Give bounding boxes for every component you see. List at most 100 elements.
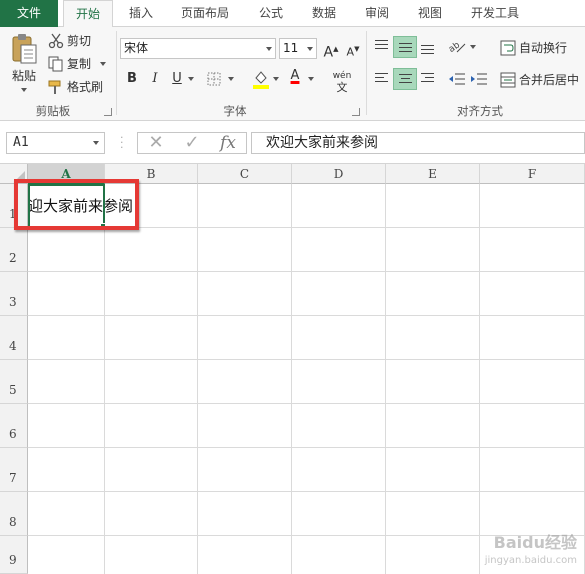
group-divider bbox=[116, 31, 117, 115]
font-size-dropdown-icon bbox=[307, 47, 313, 51]
gridline bbox=[104, 184, 105, 574]
gridline bbox=[28, 403, 585, 404]
name-box[interactable]: A1 bbox=[6, 132, 105, 154]
name-box-value: A1 bbox=[13, 135, 29, 150]
decrease-font-size-button[interactable]: A▼ bbox=[343, 38, 363, 60]
copy-label: 复制 bbox=[67, 57, 92, 71]
italic-button[interactable]: I bbox=[145, 68, 165, 90]
borders-icon bbox=[207, 72, 221, 86]
underline-button[interactable]: U bbox=[167, 68, 187, 90]
font-launcher-icon[interactable] bbox=[352, 108, 360, 116]
row-number: 6 bbox=[9, 427, 17, 441]
gridline bbox=[28, 315, 585, 316]
column-header-e[interactable]: E bbox=[386, 164, 480, 184]
row-header-2[interactable]: 2 bbox=[0, 228, 28, 272]
watermark: Baidu经验 jingyan.baidu.com bbox=[485, 534, 577, 570]
format-painter-icon bbox=[48, 80, 61, 94]
row-header-7[interactable]: 7 bbox=[0, 448, 28, 492]
font-size-select[interactable]: 11 bbox=[279, 38, 317, 59]
svg-text:ab: ab bbox=[448, 40, 462, 55]
font-color-button[interactable]: A bbox=[285, 68, 305, 90]
borders-dropdown-icon[interactable] bbox=[228, 77, 234, 81]
enter-icon[interactable]: ✓ bbox=[174, 133, 210, 153]
column-header-d[interactable]: D bbox=[292, 164, 386, 184]
fill-color-icon bbox=[253, 71, 269, 89]
name-box-dropdown-icon bbox=[93, 141, 99, 145]
copy-dropdown-icon[interactable] bbox=[100, 61, 107, 66]
gridline bbox=[385, 184, 386, 574]
align-bottom-button[interactable] bbox=[416, 36, 440, 58]
clipboard-launcher-icon[interactable] bbox=[104, 108, 112, 116]
tab-view[interactable]: 视图 bbox=[407, 0, 453, 27]
increase-indent-icon bbox=[471, 73, 487, 85]
tab-formulas[interactable]: 公式 bbox=[248, 0, 294, 27]
tab-review[interactable]: 审阅 bbox=[354, 0, 400, 27]
tab-developer[interactable]: 开发工具 bbox=[462, 0, 528, 27]
font-name-select[interactable]: 宋体 bbox=[120, 38, 276, 59]
column-header-c[interactable]: C bbox=[198, 164, 292, 184]
tab-file[interactable]: 文件 bbox=[0, 0, 58, 27]
align-middle-button[interactable] bbox=[393, 36, 417, 58]
paste-button[interactable]: 粘贴 bbox=[6, 33, 42, 99]
row-header-9[interactable]: 9 bbox=[0, 536, 28, 574]
format-painter-label: 格式刷 bbox=[67, 80, 104, 94]
row-number: 2 bbox=[9, 251, 17, 265]
format-painter-button[interactable]: 格式刷 bbox=[48, 78, 103, 95]
align-center-button[interactable] bbox=[393, 68, 417, 90]
orientation-dropdown-icon[interactable] bbox=[470, 45, 476, 49]
ribbon-home: 粘贴 剪切 复制 格式刷 剪贴板 宋体 11 A▲ A▼ B I U A wén… bbox=[0, 27, 585, 121]
clipboard-group-label: 剪贴板 bbox=[35, 104, 71, 118]
increase-indent-button[interactable] bbox=[469, 68, 489, 90]
decrease-indent-button[interactable] bbox=[447, 68, 467, 90]
gridline bbox=[291, 184, 292, 574]
orientation-button[interactable]: ab bbox=[447, 36, 467, 58]
bold-button[interactable]: B bbox=[122, 68, 142, 90]
merge-center-button[interactable]: 合并后居中 bbox=[500, 71, 579, 88]
row-header-6[interactable]: 6 bbox=[0, 404, 28, 448]
ribbon-tab-bar: 文件 开始 插入 页面布局 公式 数据 审阅 视图 开发工具 bbox=[0, 0, 585, 28]
wrap-text-button[interactable]: 自动换行 bbox=[500, 39, 567, 56]
column-header-f[interactable]: F bbox=[480, 164, 585, 184]
copy-icon bbox=[48, 56, 63, 71]
formula-bar: A1 · · · ✕ ✓ fx 欢迎大家前来参阅 bbox=[0, 121, 585, 164]
watermark-line2: jingyan.baidu.com bbox=[484, 555, 577, 566]
paste-icon bbox=[12, 34, 37, 64]
tab-page-layout[interactable]: 页面布局 bbox=[172, 0, 238, 27]
cut-label: 剪切 bbox=[67, 34, 92, 48]
borders-button[interactable] bbox=[204, 68, 224, 90]
formula-input[interactable]: 欢迎大家前来参阅 bbox=[251, 132, 585, 154]
fill-color-dropdown-icon[interactable] bbox=[273, 77, 279, 81]
underline-dropdown-icon[interactable] bbox=[188, 77, 194, 81]
group-divider bbox=[366, 31, 367, 115]
row-number: 3 bbox=[9, 295, 17, 309]
paste-label: 粘贴 bbox=[11, 69, 36, 83]
tab-home[interactable]: 开始 bbox=[63, 0, 113, 28]
font-color-dropdown-icon[interactable] bbox=[308, 77, 314, 81]
cut-button[interactable]: 剪切 bbox=[48, 32, 91, 49]
copy-button[interactable]: 复制 bbox=[48, 55, 107, 72]
wrap-text-icon bbox=[500, 40, 516, 55]
align-left-button[interactable] bbox=[370, 68, 394, 90]
align-right-button[interactable] bbox=[416, 68, 440, 90]
insert-function-button[interactable]: fx bbox=[210, 133, 246, 153]
tab-insert[interactable]: 插入 bbox=[118, 0, 164, 27]
row-header-3[interactable]: 3 bbox=[0, 272, 28, 316]
row-header-5[interactable]: 5 bbox=[0, 360, 28, 404]
font-name-dropdown-icon bbox=[266, 47, 272, 51]
fill-color-button[interactable] bbox=[251, 68, 271, 90]
phonetic-button[interactable]: wén 文 bbox=[327, 68, 357, 94]
formula-bar-grip-icon[interactable]: · · · bbox=[120, 132, 124, 153]
merge-center-label: 合并后居中 bbox=[519, 73, 580, 87]
paste-dropdown-icon[interactable] bbox=[21, 88, 27, 92]
excel-window: 文件 开始 插入 页面布局 公式 数据 审阅 视图 开发工具 粘贴 剪切 复制 … bbox=[0, 0, 585, 574]
alignment-group-label: 对齐方式 bbox=[457, 104, 503, 118]
gridline bbox=[28, 447, 585, 448]
row-header-4[interactable]: 4 bbox=[0, 316, 28, 360]
gridline bbox=[479, 184, 480, 574]
tab-data[interactable]: 数据 bbox=[301, 0, 347, 27]
increase-font-size-button[interactable]: A▲ bbox=[321, 38, 341, 61]
align-top-button[interactable] bbox=[370, 36, 394, 58]
row-header-8[interactable]: 8 bbox=[0, 492, 28, 536]
cancel-icon[interactable]: ✕ bbox=[138, 133, 174, 153]
row-number: 9 bbox=[9, 553, 17, 567]
